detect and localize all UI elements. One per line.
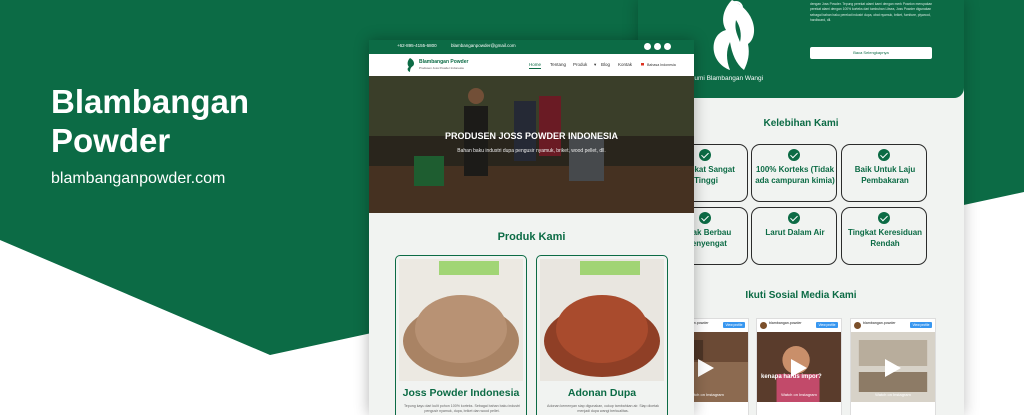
advantage-label: Larut Dalam Air [765, 228, 825, 237]
read-more-button[interactable]: Baca Selengkapnya [810, 47, 932, 59]
products-title: Produk Kami [497, 231, 566, 243]
product-description: Adonan kemenyan siap digunakan, cukup ta… [547, 404, 659, 413]
check-circle-icon [878, 149, 890, 161]
advantage-label: Baik Untuk Laju Pembakaran [854, 165, 916, 185]
check-circle-icon [699, 149, 711, 161]
brand-name: Bumi Blambangan Wangi [690, 75, 764, 82]
check-circle-icon [878, 212, 890, 224]
product-image [399, 259, 523, 381]
about-text: dengan Joss Powder. Tepung perekat alami… [810, 2, 933, 23]
advantage-card: Baik Untuk Laju Pembakaran [841, 144, 927, 202]
check-circle-icon [788, 149, 800, 161]
hero-photo [369, 76, 694, 213]
facebook-icon[interactable] [644, 43, 651, 50]
advantage-card: 100% Korteks (Tidak ada campuran kimia) [751, 144, 837, 202]
product-name[interactable]: Joss Powder Indonesia [396, 387, 526, 399]
product-image [540, 259, 664, 381]
hero-subtitle: Bahan baku industri dupa pengusir nyamuk… [457, 148, 606, 154]
advantage-card: Tingkat Keresiduan Rendah [841, 207, 927, 265]
language-selector[interactable]: Bahasa Indonesia [647, 63, 676, 67]
hero-banner: PRODUSEN JOSS POWDER INDONESIA Bahan bak… [369, 76, 694, 213]
banner-title: Blambangan Powder [51, 83, 250, 159]
main-navbar: Blambangan Powder Produsen Joss Powder I… [369, 54, 694, 76]
nav-kontak[interactable]: Kontak [618, 62, 632, 67]
watch-on-instagram[interactable]: Watch on Instagram [757, 392, 841, 397]
play-icon[interactable] [698, 359, 714, 377]
play-icon[interactable] [885, 359, 901, 377]
nav-tentang[interactable]: Tentang [550, 62, 566, 67]
play-icon[interactable] [791, 359, 807, 377]
nav-blog[interactable]: Blog [601, 62, 610, 67]
contact-topbar: +62-895-4155-6800 blambanganpowder@gmail… [369, 40, 694, 54]
site-preview-main: +62-895-4155-6800 blambanganpowder@gmail… [369, 40, 694, 415]
advantage-label: Tingkat Keresiduan Rendah [847, 228, 923, 248]
woman-silhouette-logo-icon [713, 0, 755, 70]
ig-account: blambangan.powder [863, 321, 896, 325]
view-profile-button[interactable]: View profile [816, 322, 838, 328]
nav-home[interactable]: Home [529, 62, 542, 69]
tiktok-icon[interactable] [664, 43, 671, 50]
ig-account: blambangan.powder [769, 321, 802, 325]
email-address[interactable]: blambanganpowder@gmail.com [451, 43, 516, 48]
instagram-post[interactable]: blambangan.powder View profile Watch on … [850, 318, 936, 415]
product-name[interactable]: Adonan Dupa [537, 387, 667, 399]
hero-title: PRODUSEN JOSS POWDER INDONESIA [444, 131, 619, 141]
view-profile-button[interactable]: View profile [910, 322, 932, 328]
chevron-down-icon[interactable]: ▾ [594, 62, 596, 68]
brand-logo-icon[interactable] [405, 58, 417, 72]
product-description: Tepung kayu dari kulit pohon 100% kortek… [403, 404, 521, 413]
avatar [760, 322, 767, 329]
check-circle-icon [788, 212, 800, 224]
nav-produk[interactable]: Produk [573, 62, 587, 67]
advantage-card: Larut Dalam Air [751, 207, 837, 265]
product-card[interactable]: Joss Powder Indonesia Tepung kayu dari k… [395, 255, 527, 415]
logo-tagline: Produsen Joss Powder Indonesia [419, 66, 464, 70]
avatar [854, 322, 861, 329]
logo-name[interactable]: Blambangan Powder [419, 59, 468, 65]
banner-url: blambanganpowder.com [51, 170, 226, 187]
check-circle-icon [699, 212, 711, 224]
watch-on-instagram[interactable]: Watch on Instagram [851, 392, 935, 397]
advantage-label: 100% Korteks (Tidak ada campuran kimia) [755, 165, 835, 185]
indonesia-flag-icon [641, 63, 644, 68]
instagram-icon[interactable] [654, 43, 661, 50]
view-profile-button[interactable]: View profile [723, 322, 745, 328]
instagram-post[interactable]: blambangan.powder View profile kenapa ha… [756, 318, 842, 415]
phone-number[interactable]: +62-895-4155-6800 [397, 43, 437, 48]
product-card[interactable]: Adonan Dupa Adonan kemenyan siap digunak… [536, 255, 668, 415]
